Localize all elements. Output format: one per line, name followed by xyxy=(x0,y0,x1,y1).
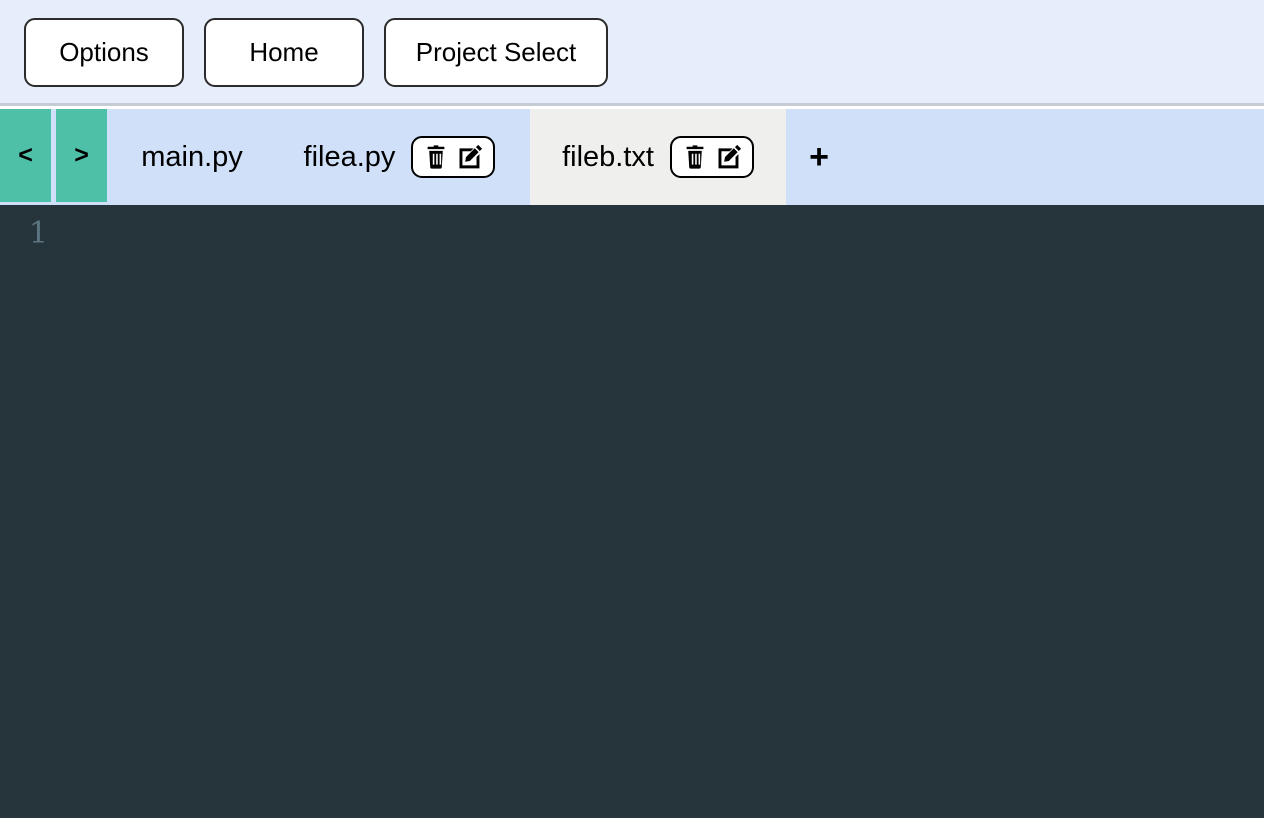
file-tab-filea-py[interactable]: filea.py xyxy=(275,109,524,205)
line-number: 1 xyxy=(28,216,48,251)
tab-label: fileb.txt xyxy=(562,140,654,173)
home-button[interactable]: Home xyxy=(204,18,364,87)
code-editor[interactable]: 1 xyxy=(0,205,1264,818)
tab-action-group xyxy=(669,136,754,178)
tab-bar: < > main.py filea.py fileb.txt + xyxy=(0,109,1264,205)
edit-pencil-icon[interactable] xyxy=(715,143,743,171)
options-button[interactable]: Options xyxy=(24,18,184,87)
app-window: Options Home Project Select < > main.py … xyxy=(0,0,1264,818)
editor-text-area[interactable] xyxy=(62,205,1264,818)
tab-action-group xyxy=(411,136,496,178)
add-tab-button[interactable]: + xyxy=(790,109,848,205)
top-toolbar: Options Home Project Select xyxy=(0,0,1264,106)
file-tab-fileb-txt[interactable]: fileb.txt xyxy=(530,109,786,205)
trash-icon[interactable] xyxy=(681,143,709,171)
line-number-gutter: 1 xyxy=(0,205,62,818)
tab-scroll-right-button[interactable]: > xyxy=(56,109,107,202)
tab-scroll-left-button[interactable]: < xyxy=(0,109,51,202)
tab-label: filea.py xyxy=(303,140,396,173)
tab-label: main.py xyxy=(141,140,243,173)
project-select-button[interactable]: Project Select xyxy=(384,18,608,87)
edit-pencil-icon[interactable] xyxy=(456,143,484,171)
file-tab-main-py[interactable]: main.py xyxy=(113,109,271,205)
trash-icon[interactable] xyxy=(422,143,450,171)
